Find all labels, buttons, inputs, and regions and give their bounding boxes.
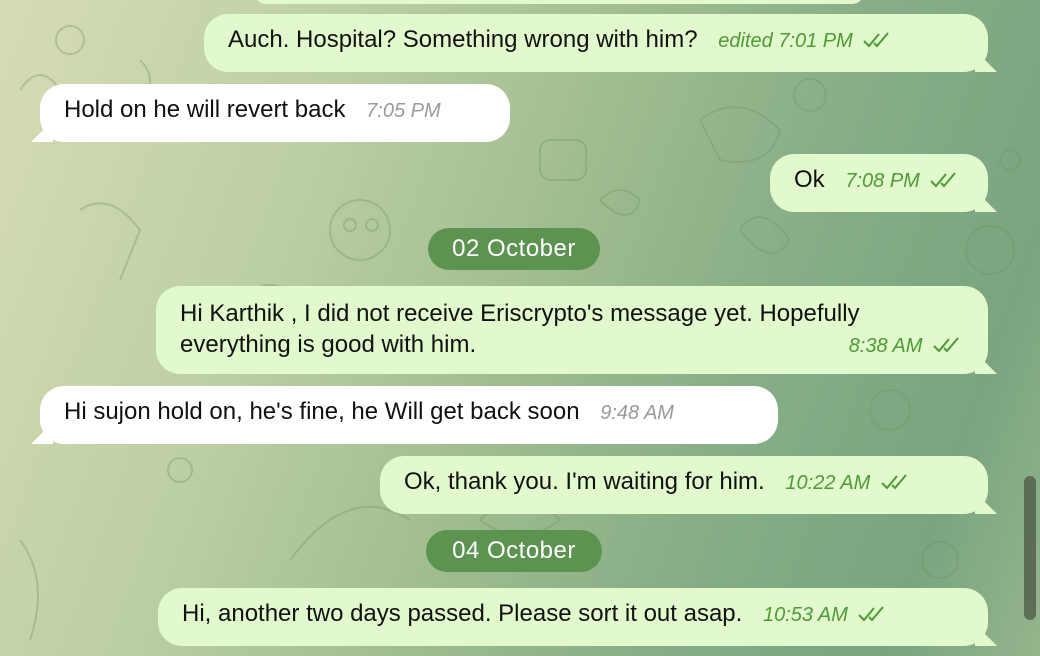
scrollbar-thumb[interactable]: [1024, 476, 1036, 620]
message-meta: 10:53 AM: [763, 599, 885, 631]
previous-message-edge: [254, 0, 864, 4]
double-check-icon: [863, 32, 890, 48]
message-outgoing[interactable]: Hi Karthik , I did not receive Eriscrypt…: [156, 286, 988, 374]
message-time: 9:48 AM: [600, 402, 674, 424]
message-incoming[interactable]: Hi sujon hold on, he's fine, he Will get…: [40, 386, 778, 444]
date-separator: 02 October: [428, 228, 600, 270]
message-meta: 10:22 AM: [785, 467, 907, 499]
message-incoming[interactable]: Hold on he will revert back 7:05 PM: [40, 84, 510, 142]
message-outgoing[interactable]: Ok 7:08 PM: [770, 154, 988, 212]
message-time: 7:01 PM: [778, 30, 853, 52]
message-meta: edited 7:01 PM: [718, 25, 890, 57]
message-text: Auch. Hospital? Something wrong with him…: [228, 26, 698, 53]
message-text: Hold on he will revert back: [64, 96, 346, 123]
edited-label: edited: [718, 30, 773, 52]
message-time: 10:53 AM: [762, 604, 848, 626]
date-separator: 04 October: [426, 530, 602, 572]
message-outgoing[interactable]: Hi, another two days passed. Please sort…: [158, 588, 988, 646]
double-check-icon: [930, 172, 957, 188]
message-time: 10:22 AM: [785, 472, 871, 494]
double-check-icon: [858, 606, 885, 622]
message-text: Ok: [794, 166, 825, 193]
message-outgoing[interactable]: Ok, thank you. I'm waiting for him. 10:2…: [380, 456, 988, 514]
double-check-icon: [881, 474, 907, 490]
message-meta: 8:38 AM: [849, 331, 960, 362]
message-text: Ok, thank you. I'm waiting for him.: [404, 468, 765, 495]
message-text: Hi, another two days passed. Please sort…: [182, 600, 743, 627]
message-meta: 7:08 PM: [845, 165, 957, 197]
message-time: 7:05 PM: [366, 100, 441, 122]
message-outgoing[interactable]: Auch. Hospital? Something wrong with him…: [204, 14, 988, 72]
message-time: 8:38 AM: [848, 335, 923, 357]
message-time: 7:08 PM: [845, 170, 920, 192]
double-check-icon: [933, 337, 959, 353]
message-text: Hi sujon hold on, he's fine, he Will get…: [64, 398, 580, 425]
